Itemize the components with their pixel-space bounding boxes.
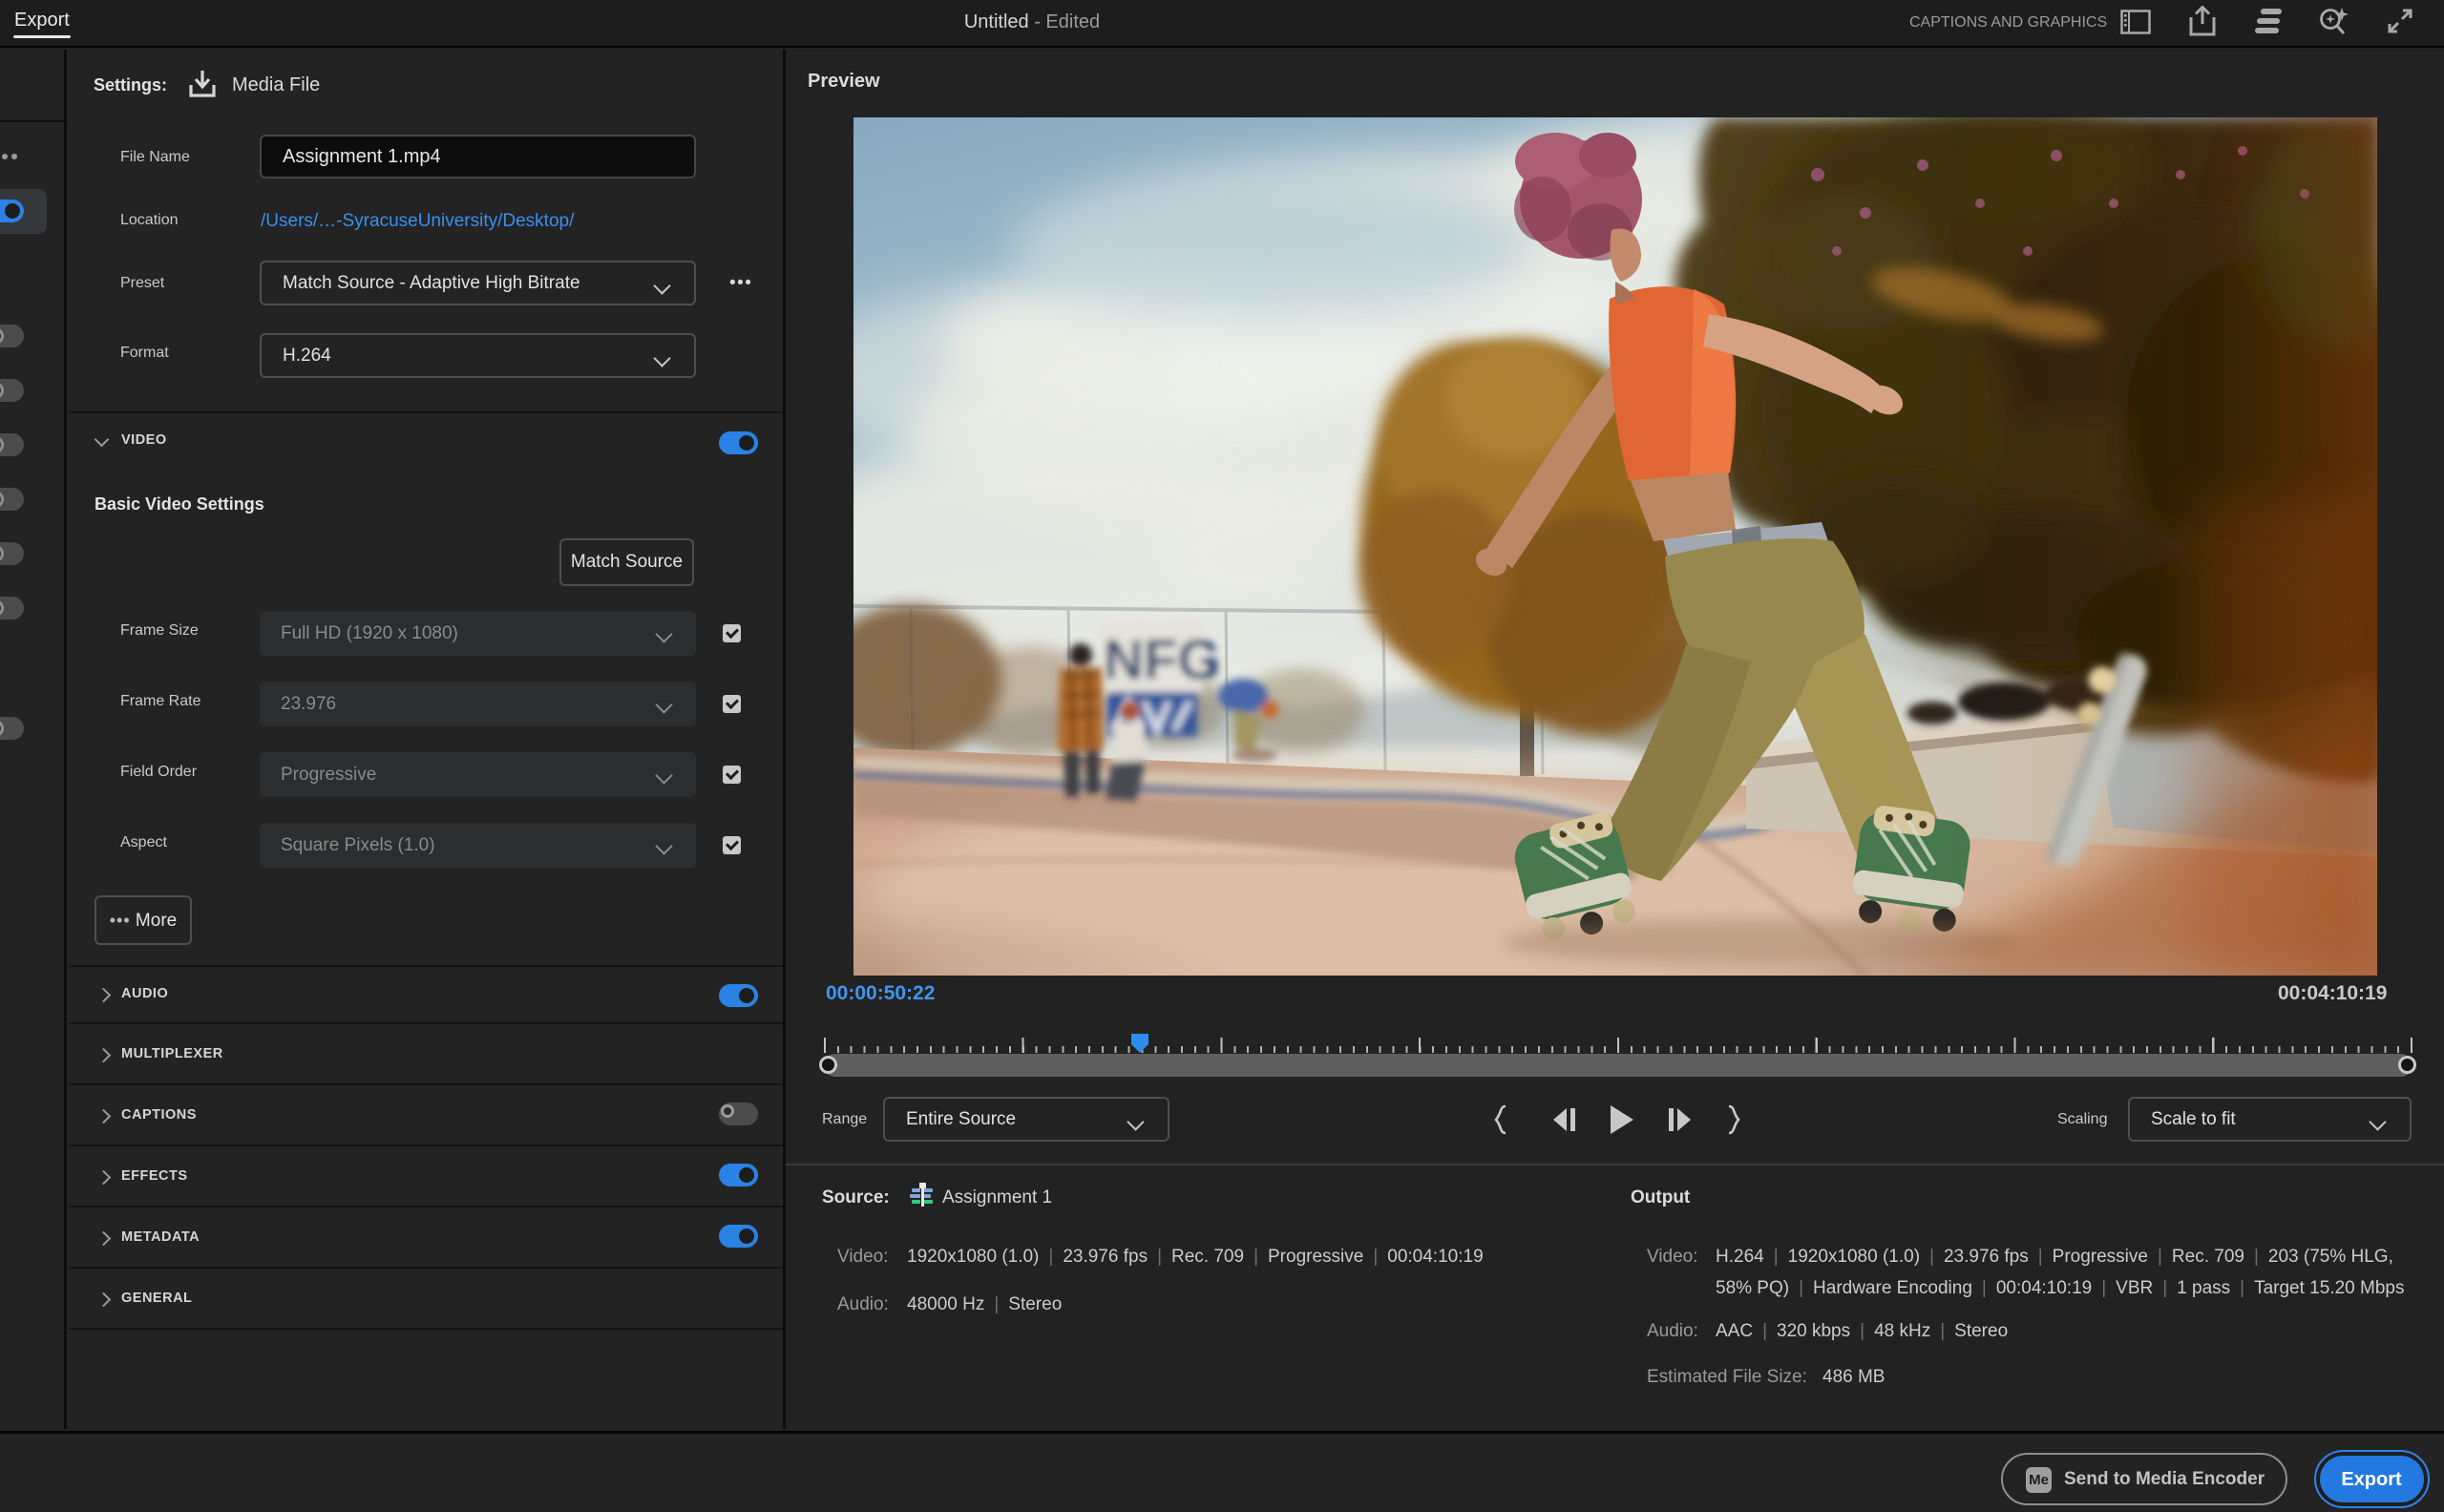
svg-text:NFG: NFG bbox=[1104, 629, 1220, 691]
